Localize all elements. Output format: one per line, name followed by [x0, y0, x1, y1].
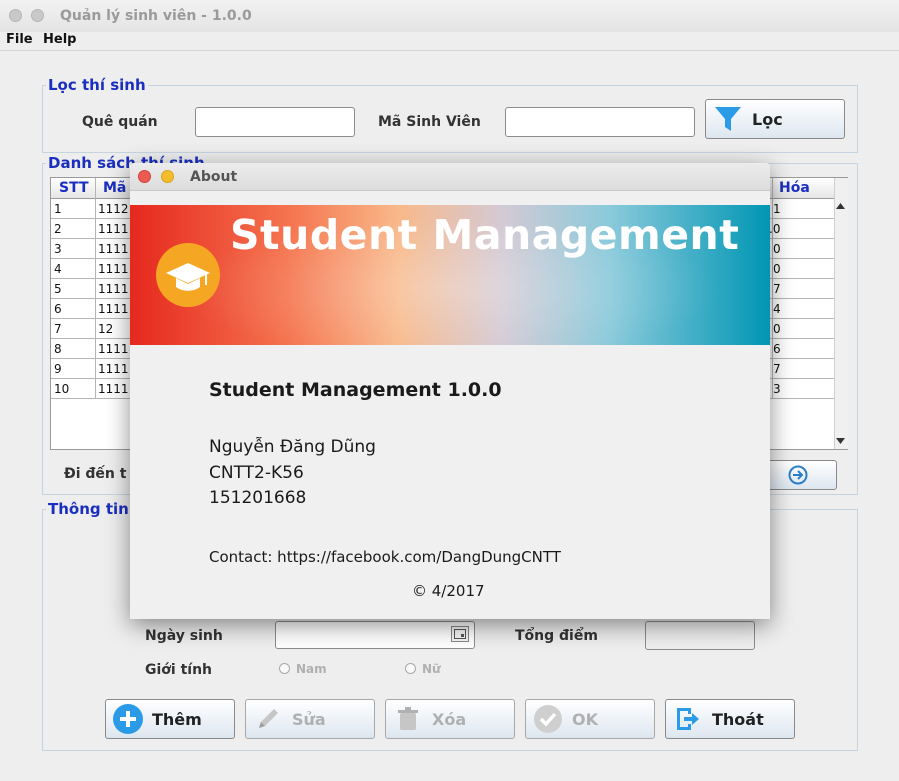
filter-button-label: Lọc — [752, 109, 783, 129]
cell-stt: 3 — [54, 242, 62, 256]
cell-hoa: 4 — [773, 302, 781, 316]
cell-stt: 2 — [54, 222, 62, 236]
cell-stt: 1 — [54, 202, 62, 216]
gender-label: Giới tính — [145, 662, 213, 678]
about-dialog-title: About — [190, 169, 238, 185]
filter-button[interactable]: Lọc — [705, 99, 845, 139]
cell-hoa: .0 — [769, 222, 781, 236]
check-circle-icon — [532, 703, 564, 735]
dialog-close-button[interactable] — [138, 170, 151, 183]
cell-hoa: 6 — [773, 342, 781, 356]
dialog-minimize-button[interactable] — [161, 170, 174, 183]
cell-stt: 8 — [54, 342, 62, 356]
cell-ma: 1111 — [98, 342, 129, 356]
about-contact[interactable]: Contact: https://facebook.com/DangDungCN… — [209, 548, 561, 566]
delete-button[interactable]: Xóa — [385, 699, 515, 739]
funnel-icon — [712, 103, 744, 135]
cell-hoa: 1 — [773, 202, 781, 216]
window-close-button[interactable] — [9, 9, 22, 22]
cell-stt: 4 — [54, 262, 62, 276]
edit-button[interactable]: Sửa — [245, 699, 375, 739]
about-student-id: 151201668 — [209, 488, 307, 508]
cell-ma: 1111 — [98, 382, 129, 396]
cell-stt: 5 — [54, 282, 62, 296]
about-author: Nguyễn Đăng Dũng — [209, 437, 376, 457]
birthdate-input[interactable] — [275, 621, 475, 649]
about-copyright: © 4/2017 — [412, 582, 485, 600]
goto-label: Đi đến t — [64, 466, 127, 482]
cell-hoa: 0 — [773, 262, 781, 276]
cell-hoa: 7 — [773, 362, 781, 376]
gender-male-label: Nam — [296, 662, 327, 676]
add-button[interactable]: Thêm — [105, 699, 235, 739]
birthdate-label: Ngày sinh — [145, 628, 223, 644]
exit-button[interactable]: Thoát — [665, 699, 795, 739]
cell-stt: 7 — [54, 322, 62, 336]
cell-hoa: 3 — [773, 382, 781, 396]
gender-female-label: Nữ — [422, 662, 441, 676]
cell-ma: 12 — [98, 322, 114, 336]
delete-button-label: Xóa — [432, 709, 467, 729]
hometown-label: Quê quán — [82, 114, 158, 130]
ok-button-label: OK — [572, 709, 598, 729]
hometown-input[interactable] — [195, 107, 355, 137]
cell-ma: 1111 — [98, 282, 129, 296]
calendar-icon[interactable] — [451, 626, 469, 642]
gender-female-radio[interactable] — [405, 663, 416, 674]
pencil-icon — [252, 703, 284, 735]
about-dialog: About Student Management Student Managem… — [130, 163, 770, 619]
menu-bar — [0, 32, 899, 51]
scroll-down-icon[interactable] — [835, 434, 846, 448]
add-button-label: Thêm — [152, 709, 202, 729]
exit-icon — [672, 703, 704, 735]
student-info-group-label: Thông tin — [46, 500, 131, 518]
total-score-field[interactable] — [645, 621, 755, 650]
cell-hoa: 0 — [773, 322, 781, 336]
window-title: Quản lý sinh viên - 1.0.0 — [60, 8, 252, 24]
cell-ma: 1111 — [98, 262, 129, 276]
cell-hoa: 7 — [773, 282, 781, 296]
gender-male-radio[interactable] — [279, 663, 290, 674]
menu-help[interactable]: Help — [43, 32, 76, 47]
student-id-label: Mã Sinh Viên — [378, 114, 481, 130]
arrow-right-circle-icon — [788, 465, 808, 485]
cell-stt: 10 — [54, 382, 70, 396]
cell-ma: 1111 — [98, 242, 129, 256]
exit-button-label: Thoát — [712, 709, 764, 729]
cell-ma: 1111 — [98, 222, 129, 236]
about-app-name: Student Management 1.0.0 — [209, 379, 502, 401]
cell-stt: 6 — [54, 302, 62, 316]
filter-group-label: Lọc thí sinh — [46, 76, 148, 94]
column-hoa[interactable]: Hóa — [779, 180, 810, 196]
ok-button[interactable]: OK — [525, 699, 655, 739]
column-ma[interactable]: Mã — [103, 180, 126, 196]
student-id-input[interactable] — [505, 107, 695, 137]
window-minimize-button[interactable] — [31, 9, 44, 22]
column-stt[interactable]: STT — [59, 180, 89, 196]
plus-icon — [112, 703, 144, 735]
total-score-label: Tổng điểm — [515, 628, 598, 644]
cell-stt: 9 — [54, 362, 62, 376]
trash-icon — [392, 703, 424, 735]
graduation-cap-icon — [156, 243, 220, 307]
cell-hoa: 0 — [773, 242, 781, 256]
cell-ma: 1112 — [98, 202, 129, 216]
about-class: CNTT2-K56 — [209, 463, 304, 483]
banner-title: Student Management — [230, 211, 740, 259]
cell-ma: 1111 — [98, 362, 129, 376]
edit-button-label: Sửa — [292, 709, 326, 729]
scroll-up-icon[interactable] — [835, 199, 846, 213]
cell-ma: 1111 — [98, 302, 129, 316]
menu-file[interactable]: File — [6, 32, 33, 47]
table-vertical-scrollbar[interactable] — [834, 178, 848, 449]
